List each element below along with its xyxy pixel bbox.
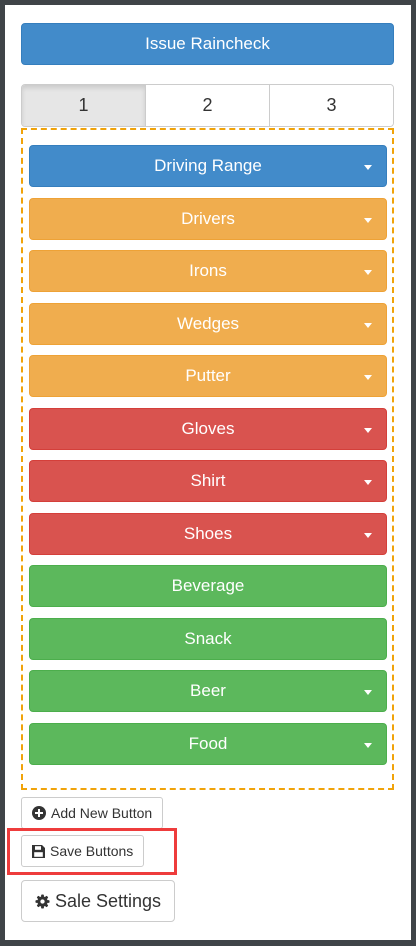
tab-label: 1: [78, 95, 89, 115]
button-label: Beverage: [171, 576, 245, 595]
button-label: Beer: [190, 681, 226, 700]
plus-circle-icon: [32, 806, 46, 820]
caret-down-icon[interactable]: [364, 323, 372, 328]
caret-down-icon[interactable]: [364, 375, 372, 380]
tab-2[interactable]: 2: [145, 85, 269, 126]
button-label: Food: [188, 734, 228, 753]
tab-label: 2: [202, 95, 213, 115]
tab-label: 3: [326, 95, 337, 115]
button-gloves[interactable]: Gloves: [29, 408, 387, 450]
button-shoes[interactable]: Shoes: [29, 513, 387, 555]
button-beer[interactable]: Beer: [29, 670, 387, 712]
button-beverage[interactable]: Beverage: [29, 565, 387, 607]
caret-down-icon[interactable]: [364, 480, 372, 485]
highlight-box: [7, 828, 177, 875]
button-label: Wedges: [176, 314, 240, 333]
button-grid-dropzone: Driving Range Drivers Irons Wedges Putte…: [21, 128, 394, 790]
button-label: Snack: [184, 629, 232, 648]
settings-label: Sale Settings: [54, 890, 162, 911]
sale-settings-button[interactable]: Sale Settings: [21, 880, 175, 922]
button-drivers[interactable]: Drivers: [29, 198, 387, 240]
button-label: Irons: [189, 261, 227, 280]
button-snack[interactable]: Snack: [29, 618, 387, 660]
caret-down-icon[interactable]: [364, 428, 372, 433]
button-label: Putter: [185, 366, 231, 385]
button-shirt[interactable]: Shirt: [29, 460, 387, 502]
button-irons[interactable]: Irons: [29, 250, 387, 292]
caret-down-icon[interactable]: [364, 218, 372, 223]
caret-down-icon[interactable]: [364, 165, 372, 170]
gear-icon: [35, 893, 50, 909]
tab-3[interactable]: 3: [269, 85, 393, 126]
issue-raincheck-button[interactable]: Issue Raincheck: [21, 23, 394, 65]
button-label: Shoes: [183, 524, 233, 543]
button-putter[interactable]: Putter: [29, 355, 387, 397]
button-wedges[interactable]: Wedges: [29, 303, 387, 345]
tab-1[interactable]: 1: [22, 85, 145, 126]
caret-down-icon[interactable]: [364, 690, 372, 695]
add-new-button[interactable]: Add New Button: [21, 797, 164, 829]
page-tabs: 1 2 3: [21, 84, 394, 127]
button-food[interactable]: Food: [29, 723, 387, 765]
button-label: Drivers: [181, 209, 235, 228]
button-driving-range[interactable]: Driving Range: [29, 145, 387, 187]
caret-down-icon[interactable]: [364, 270, 372, 275]
button-label: Driving Range: [154, 156, 262, 175]
button-label: Gloves: [181, 419, 235, 438]
issue-raincheck-label: Issue Raincheck: [145, 34, 270, 53]
caret-down-icon[interactable]: [364, 533, 372, 538]
button-label: Shirt: [190, 471, 226, 490]
add-new-label: Add New Button: [51, 805, 153, 821]
caret-down-icon[interactable]: [364, 743, 372, 748]
